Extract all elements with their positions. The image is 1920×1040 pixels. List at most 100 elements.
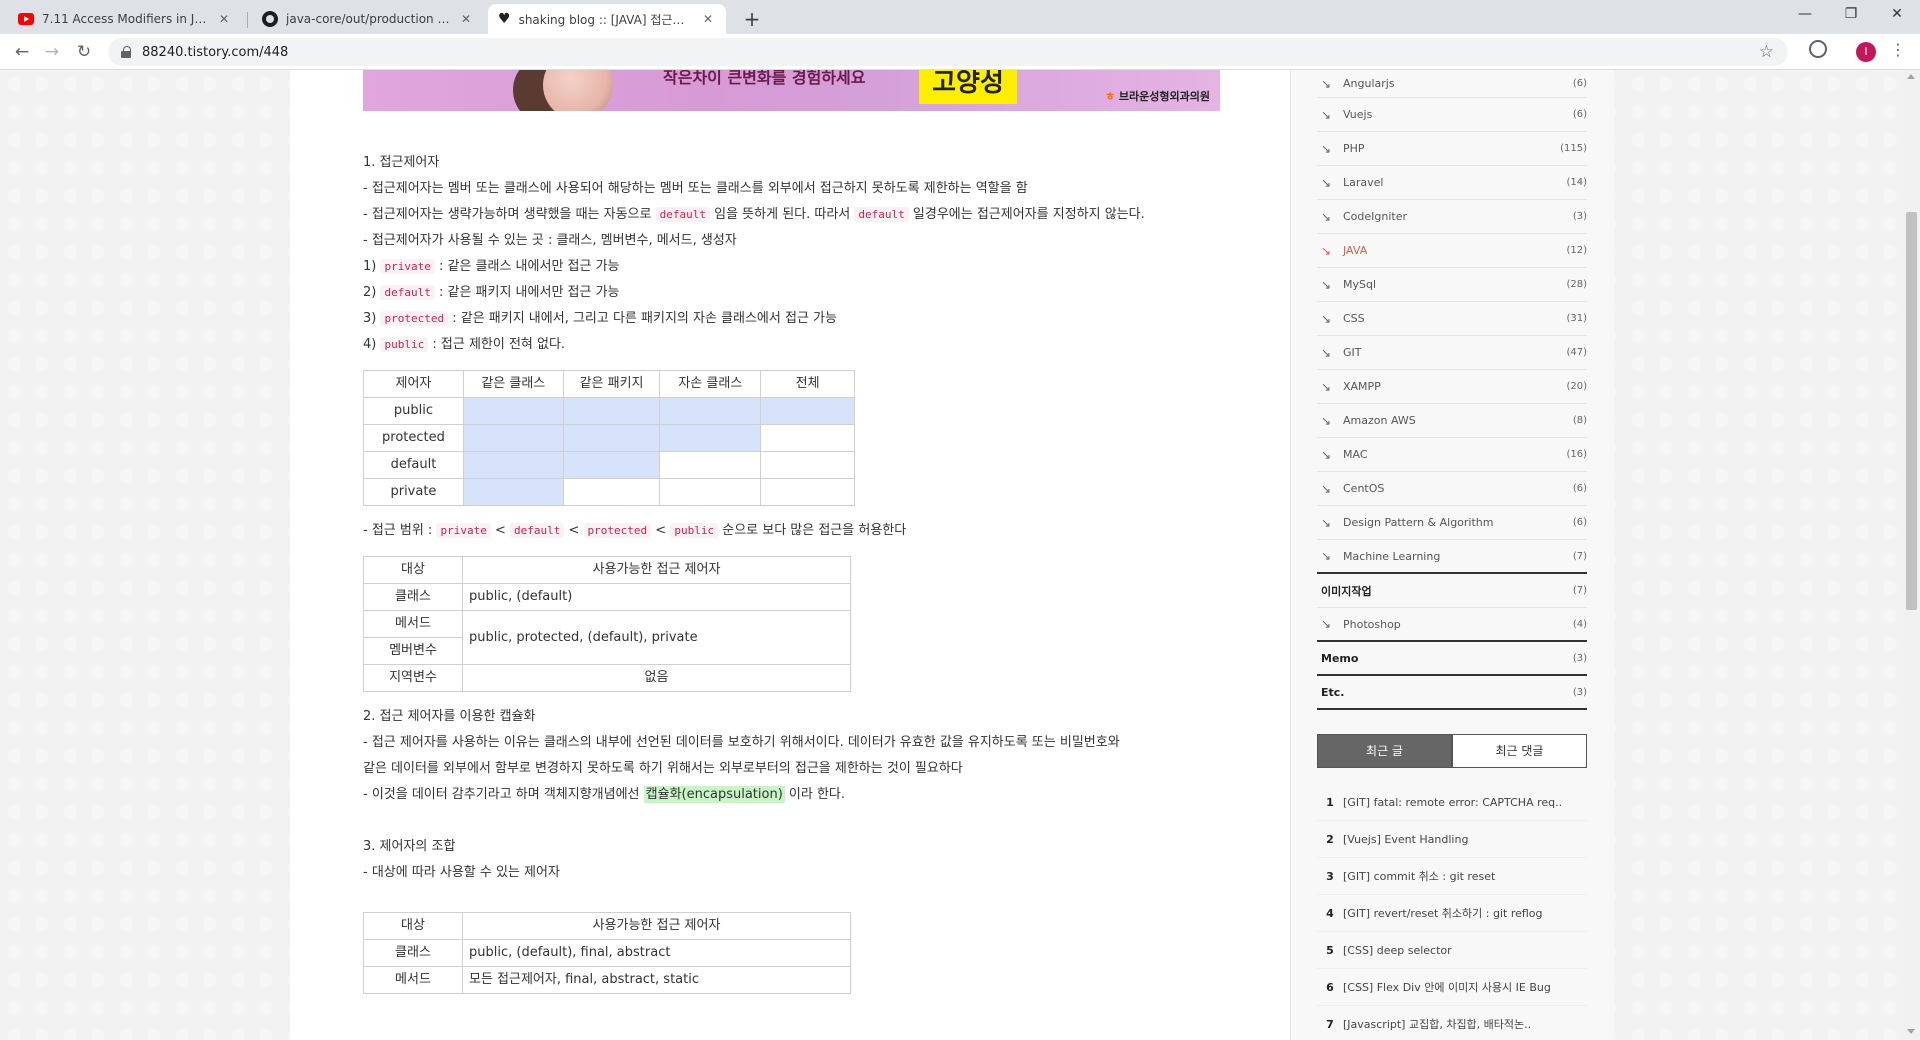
url-text[interactable]: 88240.tistory.com/448	[142, 45, 288, 60]
less-than: <	[568, 523, 580, 538]
recent-post-item[interactable]: 3 [GIT] commit 취소 : git reset	[1317, 858, 1587, 895]
extension-icon[interactable]	[1809, 40, 1827, 58]
category-item[interactable]: ↘ Laravel (14)	[1317, 166, 1587, 200]
target-cell: 메서드	[363, 966, 463, 994]
scroll-thumb[interactable]	[1906, 212, 1917, 610]
access-cell	[659, 397, 762, 425]
category-item[interactable]: ↘ PHP (115)	[1317, 132, 1587, 166]
category-item[interactable]: ↘ Amazon AWS (8)	[1317, 404, 1587, 438]
category-count: (3)	[1572, 211, 1587, 222]
category-item[interactable]: ↘ GIT (47)	[1317, 336, 1587, 370]
tab-recent-comments[interactable]: 최근 댓글	[1452, 734, 1587, 768]
forward-button[interactable]: →	[38, 38, 66, 66]
target-cell: 멤버변수	[363, 637, 463, 665]
table-header: 같은 패키지	[562, 370, 661, 398]
ad-brand: ㅎ 브라운성형외과의원	[1105, 88, 1210, 104]
arrow-icon: ↘	[1321, 549, 1332, 563]
table-row: private	[363, 478, 855, 506]
table-row: public	[363, 397, 855, 425]
ad-highlight-box: 고양성	[919, 70, 1017, 104]
category-item[interactable]: ↘ CodeIgniter (3)	[1317, 200, 1587, 234]
browser-tab-bar: 7.11 Access Modifiers in Java | E ✕ java…	[0, 0, 1920, 34]
category-item[interactable]: ↘ XAMPP (20)	[1317, 370, 1587, 404]
close-tab-icon[interactable]: ✕	[216, 12, 232, 26]
post-title-link[interactable]: [CSS] deep selector	[1343, 944, 1587, 957]
browser-tab-youtube[interactable]: 7.11 Access Modifiers in Java | E ✕	[8, 4, 242, 34]
category-item[interactable]: ↘ MAC (16)	[1317, 438, 1587, 472]
ad-brand-name: 브라운성형외과의원	[1118, 90, 1210, 103]
post-number: 5	[1326, 943, 1334, 957]
category-parent-image-work[interactable]: 이미지작업 (7)	[1317, 574, 1587, 608]
access-cell	[462, 451, 564, 479]
category-parent-memo[interactable]: Memo (3)	[1317, 642, 1587, 676]
list-item: 2) default : 같은 패키지 내에서만 접근 가능	[363, 280, 1243, 306]
post-title-link[interactable]: [GIT] fatal: remote error: CAPTCHA req..	[1343, 796, 1587, 809]
post-title-link[interactable]: [Javascript] 교집합, 차집합, 배타적논..	[1343, 1016, 1587, 1032]
back-button[interactable]: ←	[8, 38, 36, 66]
category-item[interactable]: ↘ Vuejs (6)	[1317, 98, 1587, 132]
category-count: (20)	[1566, 381, 1587, 392]
category-count: (16)	[1566, 449, 1587, 460]
close-window-button[interactable]: ✕	[1874, 0, 1920, 30]
category-item[interactable]: ↘ Machine Learning (7)	[1317, 540, 1587, 574]
category-count: (7)	[1572, 585, 1587, 596]
post-title-link[interactable]: [GIT] revert/reset 취소하기 : git reflog	[1343, 905, 1587, 921]
text: - 이것을 데이터 감추기라고 하며 객체지향개념에선	[363, 787, 640, 802]
arrow-icon: ↘	[1321, 515, 1332, 530]
post-title-link[interactable]: [Vuejs] Event Handling	[1343, 833, 1587, 846]
new-tab-button[interactable]: +	[738, 5, 766, 33]
category-item[interactable]: ↘ MySql (28)	[1317, 268, 1587, 302]
table-header: 제어자	[363, 370, 464, 398]
post-title-link[interactable]: [GIT] commit 취소 : git reset	[1343, 868, 1587, 884]
category-item[interactable]: ↘ Photoshop (4)	[1317, 608, 1587, 642]
arrow-icon: ↘	[1321, 277, 1332, 292]
category-name: Photoshop	[1343, 617, 1401, 631]
reload-button[interactable]: ↻	[70, 38, 98, 66]
address-bar[interactable]: 88240.tistory.com/448 ☆	[108, 38, 1788, 66]
browser-menu-icon[interactable]: ⋮	[1890, 40, 1906, 59]
content-column: 작은차이 큰변화를 경험하세요 고양성 ㅎ 브라운성형외과의원 1. 접근제어자…	[290, 70, 1290, 1040]
modifier-combination-table: 대상 사용가능한 접근 제어자 클래스 public, (default), f…	[363, 912, 851, 994]
category-name: CentOS	[1343, 482, 1385, 495]
category-name: Angularjs	[1343, 77, 1395, 90]
post-title-link[interactable]: [CSS] Flex Div 안에 이미지 사용시 IE Bug	[1343, 979, 1587, 995]
profile-avatar[interactable]: I	[1856, 42, 1876, 62]
scroll-down-arrow-icon[interactable]	[1907, 1029, 1915, 1034]
category-count: (8)	[1572, 415, 1587, 426]
recent-post-item[interactable]: 5 [CSS] deep selector	[1317, 932, 1587, 969]
table-row: 지역변수 없음	[363, 664, 851, 692]
paragraph: - 접근제어자는 멤버 또는 클래스에 사용되어 해당하는 멤버 또는 클래스를…	[363, 181, 1028, 196]
tab-title: java-core/out/production at ma	[286, 12, 450, 26]
category-name: Machine Learning	[1343, 549, 1441, 563]
recent-post-item[interactable]: 7 [Javascript] 교집합, 차집합, 배타적논..	[1317, 1006, 1587, 1040]
page-viewport: 작은차이 큰변화를 경험하세요 고양성 ㅎ 브라운성형외과의원 1. 접근제어자…	[0, 70, 1903, 1040]
recent-post-item[interactable]: 4 [GIT] revert/reset 취소하기 : git reflog	[1317, 895, 1587, 932]
restore-button[interactable]: ❐	[1828, 0, 1874, 30]
table-row: protected	[363, 424, 855, 452]
category-item[interactable]: ↘ Angularjs (6)	[1317, 70, 1587, 98]
category-item[interactable]: ↘ CSS (31)	[1317, 302, 1587, 336]
bookmark-star-icon[interactable]: ☆	[1759, 42, 1774, 62]
recent-post-item[interactable]: 1 [GIT] fatal: remote error: CAPTCHA req.…	[1317, 784, 1587, 821]
tab-recent-posts[interactable]: 최근 글	[1317, 734, 1452, 768]
close-tab-icon[interactable]: ✕	[458, 12, 474, 26]
recent-post-item[interactable]: 2 [Vuejs] Event Handling	[1317, 821, 1587, 858]
scroll-up-arrow-icon[interactable]	[1907, 74, 1915, 79]
browser-toolbar: ← → ↻ 88240.tistory.com/448 ☆	[0, 34, 1920, 70]
category-item[interactable]: ↘ CentOS (6)	[1317, 472, 1587, 506]
browser-tab-blog[interactable]: ♥ shaking blog :: [JAVA] 접근제어 ✕	[488, 4, 726, 34]
category-name: Vuejs	[1343, 108, 1373, 121]
target-cell: 클래스	[363, 583, 463, 611]
vertical-scrollbar[interactable]	[1903, 70, 1920, 1040]
recent-post-item[interactable]: 6 [CSS] Flex Div 안에 이미지 사용시 IE Bug	[1317, 969, 1587, 1006]
close-tab-icon[interactable]: ✕	[700, 12, 716, 26]
category-item[interactable]: ↘ Design Pattern & Algorithm (6)	[1317, 506, 1587, 540]
minimize-button[interactable]: —	[1782, 0, 1828, 30]
category-parent-etc[interactable]: Etc. (3)	[1317, 676, 1587, 710]
ad-banner[interactable]: 작은차이 큰변화를 경험하세요 고양성 ㅎ 브라운성형외과의원	[363, 70, 1220, 111]
category-item-active[interactable]: ↘ JAVA (12)	[1317, 234, 1587, 268]
access-cell	[562, 451, 661, 479]
browser-tab-github[interactable]: java-core/out/production at ma ✕	[252, 4, 484, 34]
modifiers-cell: 없음	[462, 664, 851, 692]
arrow-icon: ↘	[1321, 107, 1332, 122]
